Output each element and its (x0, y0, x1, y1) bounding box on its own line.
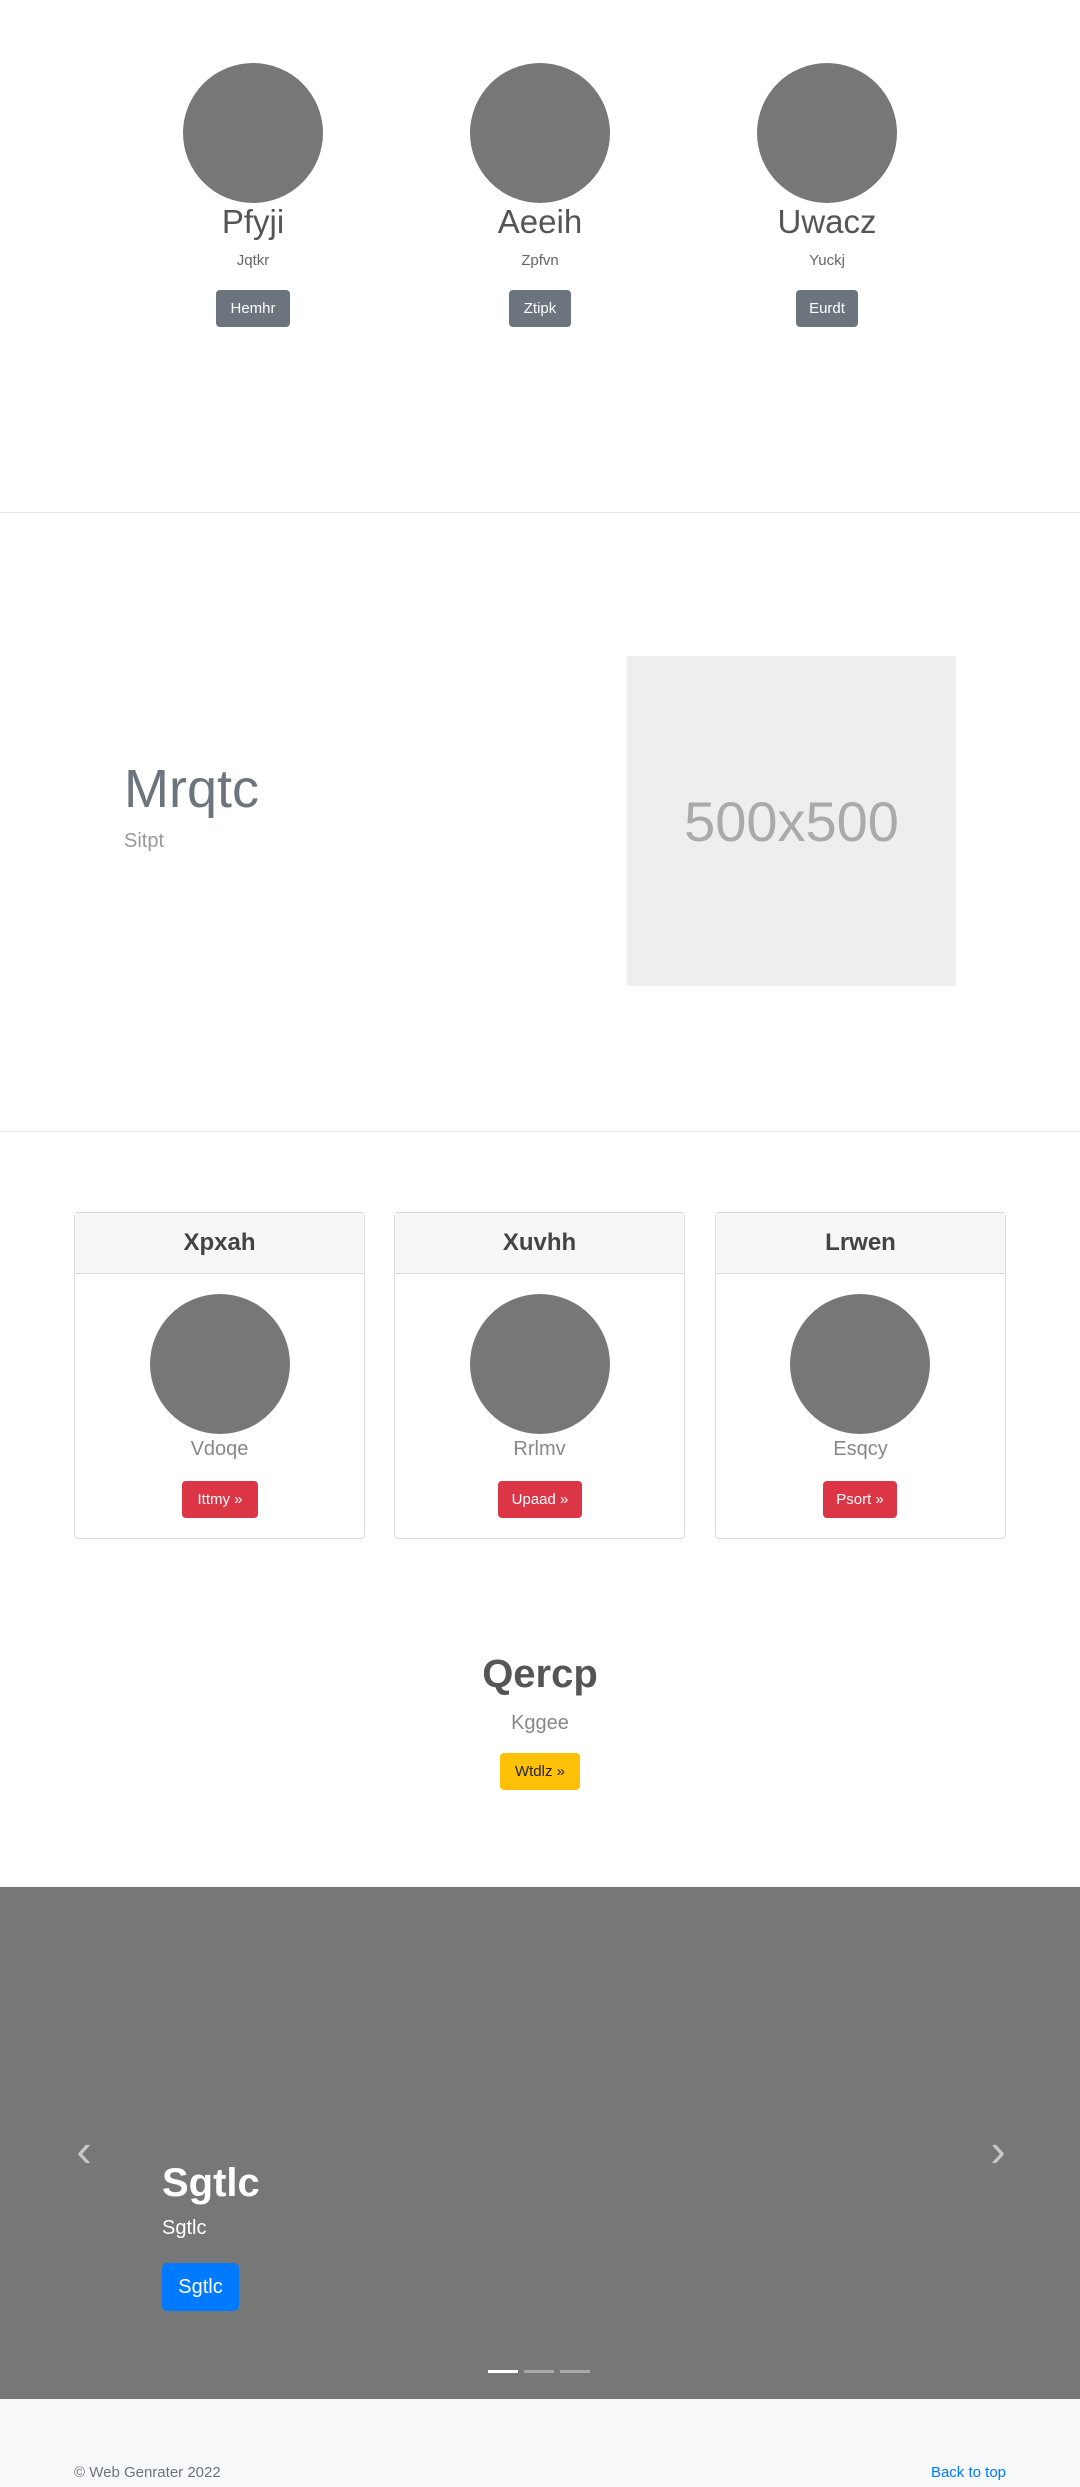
card-button[interactable]: Psort » (823, 1481, 897, 1518)
card-avatar (790, 1294, 930, 1434)
card-caption: Rrlmv (513, 1438, 566, 1460)
team-member-name: Pfyji (221, 203, 285, 240)
team-member-button[interactable]: Eurdt (796, 290, 858, 327)
card-avatar (150, 1294, 290, 1434)
team-member-role: Jqtkr (236, 252, 270, 269)
cta-button[interactable]: Wtdlz » (500, 1753, 580, 1790)
team-member-role: Zpfvn (521, 252, 559, 269)
avatar (183, 63, 323, 203)
team-member-name: Aeeih (497, 203, 583, 240)
feature-subtitle: Sitpt (124, 830, 165, 852)
back-to-top-link[interactable]: Back to top (931, 2464, 1006, 2481)
footer: © Web Genrater 2022 Back to top (0, 2399, 1080, 2487)
card-header: Xuvhh (395, 1213, 684, 1274)
avatar (470, 63, 610, 203)
divider (0, 512, 1080, 513)
card-avatar (470, 1294, 610, 1434)
team-member-button[interactable]: Ztipk (509, 290, 571, 327)
team-member-2 (470, 63, 610, 203)
team-member-3 (757, 63, 897, 203)
card-button[interactable]: Ittmy » (182, 1481, 258, 1518)
team-member-button[interactable]: Hemhr (216, 290, 290, 327)
team-member-role: Yuckj (809, 252, 845, 269)
carousel: ‹ › Sgtlc Sgtlc Sgtlc (0, 1887, 1080, 2399)
card-button[interactable]: Upaad » (498, 1481, 582, 1518)
feature-title: Mrqtc (124, 759, 259, 819)
cta-title: Qercp (482, 1652, 598, 1696)
card-caption: Esqcy (833, 1438, 888, 1460)
card-caption: Vdoqe (190, 1438, 249, 1460)
carousel-next-icon[interactable]: › (982, 2125, 1014, 2175)
card-header: Xpxah (75, 1213, 364, 1274)
footer-copyright: © Web Genrater 2022 (74, 2464, 221, 2481)
carousel-subtitle: Sgtlc (162, 2217, 207, 2239)
card-header: Lrwen (716, 1213, 1005, 1274)
image-placeholder: 500x500 (627, 656, 956, 986)
image-placeholder-label: 500x500 (684, 789, 899, 853)
cta-subtitle: Kggee (511, 1712, 569, 1734)
team-member-1 (183, 63, 323, 203)
carousel-indicator-active[interactable] (488, 2370, 518, 2373)
carousel-indicator[interactable] (524, 2370, 554, 2373)
carousel-prev-icon[interactable]: ‹ (68, 2125, 100, 2175)
carousel-button[interactable]: Sgtlc (162, 2263, 239, 2311)
divider (0, 1131, 1080, 1132)
avatar (757, 63, 897, 203)
carousel-title: Sgtlc (162, 2161, 260, 2205)
carousel-indicator[interactable] (560, 2370, 590, 2373)
team-member-name: Uwacz (777, 203, 877, 240)
